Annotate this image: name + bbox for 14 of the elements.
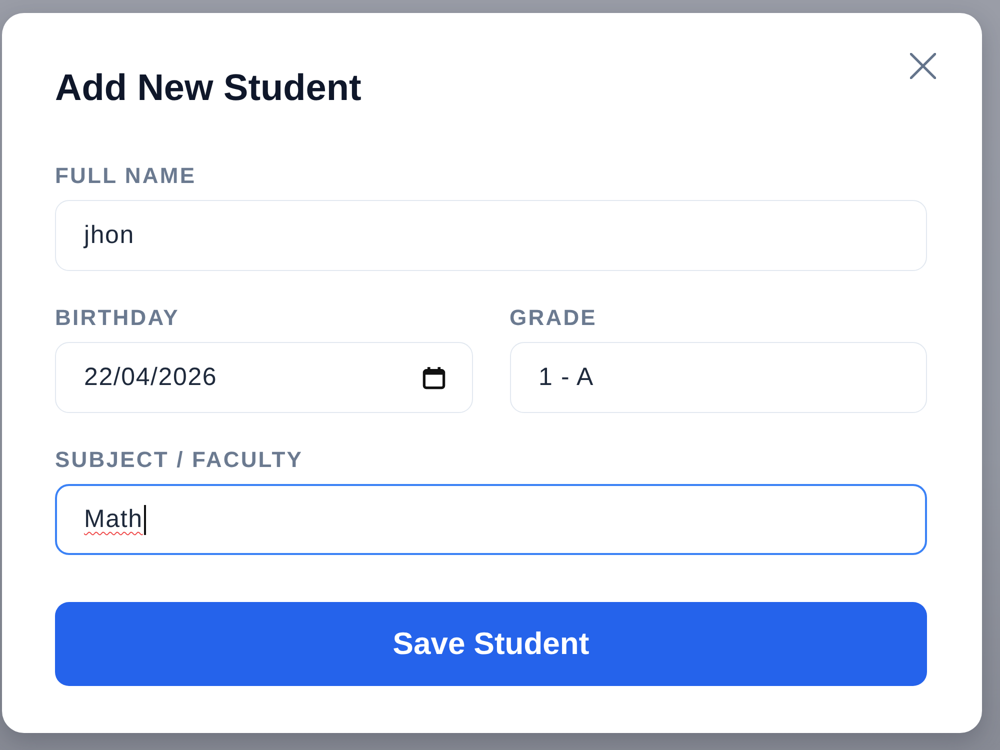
save-button[interactable]: Save Student bbox=[55, 602, 927, 686]
date-field[interactable]: 22/04/2026 bbox=[55, 342, 472, 413]
field-label: BIRTHDAY bbox=[55, 305, 180, 331]
calendar-icon[interactable] bbox=[422, 366, 446, 390]
field-label: FULL NAME bbox=[55, 163, 198, 189]
field-label: GRADE bbox=[510, 305, 598, 331]
text-field[interactable]: Math bbox=[55, 484, 927, 555]
text-cursor bbox=[144, 504, 146, 534]
close-button[interactable] bbox=[910, 53, 936, 79]
dialog-title: Add New Student bbox=[55, 66, 362, 110]
close-icon bbox=[910, 53, 936, 79]
text-field[interactable]: jhon bbox=[55, 200, 927, 271]
text-field[interactable]: 1 - A bbox=[510, 342, 927, 413]
field-label: SUBJECT / FACULTY bbox=[55, 447, 304, 473]
